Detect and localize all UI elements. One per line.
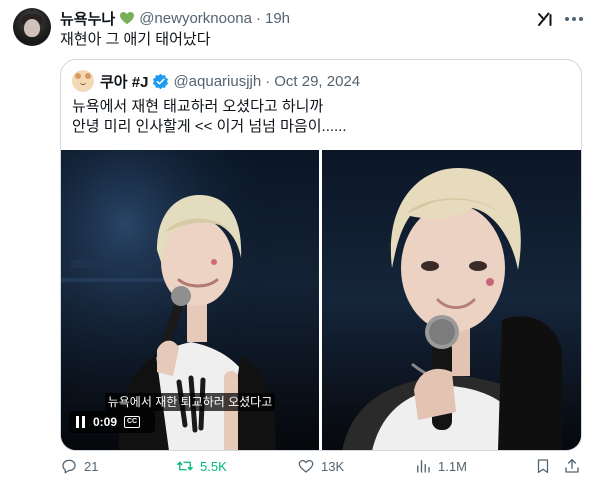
more-icon [565,17,583,21]
quote-text-line: 뉴욕에서 재현 태교하러 오셨다고 하니까 [72,98,324,115]
video-controls[interactable]: 0:09 CC [69,411,155,433]
grok-icon [538,12,552,26]
separator-dot: · [256,9,261,27]
repost-count: 5.5K [200,458,227,474]
photo[interactable] [322,150,581,450]
tweet-text: 재현아 그 애기 태어났다 [60,31,211,48]
video-caption: 뉴욕에서 재한 퇴교하러 오셨다고 [105,393,275,411]
avatar-face [24,19,40,37]
share-icon [565,458,579,473]
quote-text-line: 안녕 미리 인사할게 << 이거 넘넘 마음이...... [72,118,347,135]
quoted-tweet[interactable]: 쿠아 #J @aquariusjjh · Oct 29, 2024 뉴욕에서 재… [60,59,582,451]
quote-avatar[interactable] [72,70,94,92]
verified-badge-icon [153,73,169,89]
quote-avatar-ear [75,73,81,79]
quote-text: 뉴욕에서 재현 태교하러 오셨다고 하니까 안녕 미리 인사할게 << 이거 넘… [72,97,347,137]
grok-button[interactable] [535,9,555,29]
reply-icon [62,459,76,474]
quote-header: 쿠아 #J @aquariusjjh · Oct 29, 2024 [100,71,360,91]
cc-icon[interactable]: CC [124,416,141,428]
separator-dot: · [265,72,271,90]
timestamp[interactable]: 19h [265,10,290,27]
quote-avatar-mouth [80,82,86,85]
bookmark-button[interactable] [534,455,552,477]
like-button[interactable]: 13K [297,455,344,477]
bookmark-icon [537,459,549,474]
pause-icon[interactable] [76,416,86,428]
like-count: 13K [321,458,345,474]
quote-author-name[interactable]: 쿠아 #J [100,71,148,92]
repost-button[interactable]: 5.5K [176,455,227,477]
views-icon [417,460,430,473]
photo-image [322,150,581,450]
repost-icon [176,461,194,471]
quote-author-handle[interactable]: @aquariusjjh [173,73,261,90]
views-button[interactable]: 1.1M [414,455,467,477]
share-button[interactable] [563,455,581,477]
media-grid: 뉴욕에서 재한 퇴교하러 오셨다고 0:09 CC [61,150,581,450]
reply-count: 21 [84,458,99,474]
tweet[interactable]: 뉴욕누나 @newyorknoona · 19h 재현아 그 애기 태어났다 쿠… [0,0,595,489]
reply-button[interactable]: 21 [60,455,98,477]
author-handle[interactable]: @newyorknoona [139,10,252,27]
author-name[interactable]: 뉴욕누나 [60,8,115,29]
avatar[interactable] [13,8,51,46]
more-button[interactable] [563,9,585,29]
heart-icon [298,459,314,473]
quote-timestamp[interactable]: Oct 29, 2024 [274,73,360,90]
green-heart-icon [120,12,135,25]
tweet-header: 뉴욕누나 @newyorknoona · 19h [60,8,290,28]
video-time: 0:09 [93,415,118,429]
video-player[interactable]: 뉴욕에서 재한 퇴교하러 오셨다고 0:09 CC [61,150,319,450]
quote-avatar-ear [85,73,91,79]
views-count: 1.1M [438,458,467,474]
tweet-actions: 21 5.5K 13K 1.1M [60,455,585,477]
